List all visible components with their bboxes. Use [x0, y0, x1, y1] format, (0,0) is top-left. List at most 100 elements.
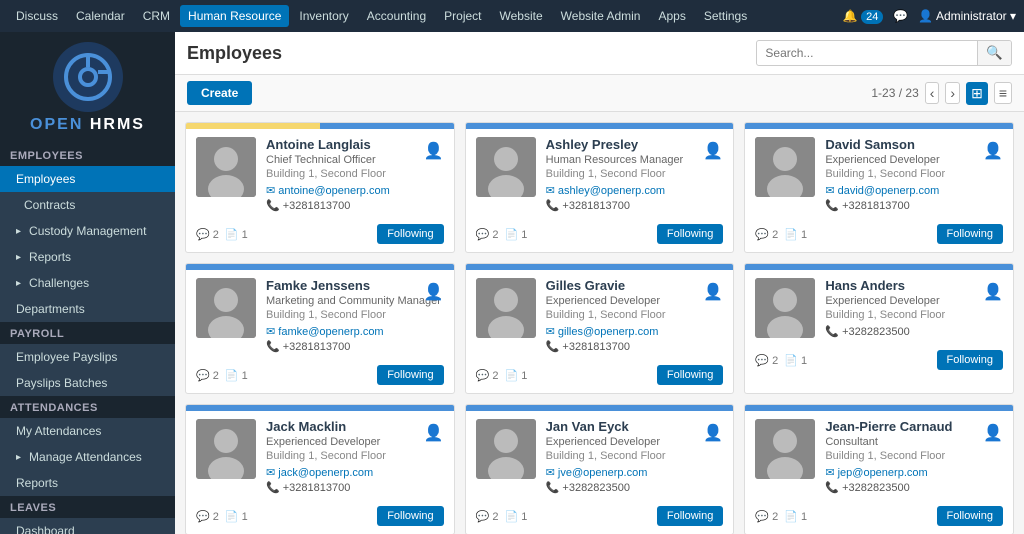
- prev-page-button[interactable]: ‹: [925, 82, 940, 104]
- employee-info: Ashley Presley Human Resources Manager B…: [546, 137, 724, 212]
- sidebar-item-challenges[interactable]: Challenges: [0, 270, 175, 296]
- nav-calendar[interactable]: Calendar: [68, 5, 133, 27]
- grid-view-button[interactable]: ⊞: [966, 82, 988, 105]
- sidebar-item-reports-att[interactable]: Reports: [0, 470, 175, 496]
- card-footer: 💬 2 📄 1 Following: [745, 502, 1013, 534]
- employee-job-title: Experienced Developer: [266, 436, 444, 448]
- search-button[interactable]: 🔍: [977, 41, 1011, 65]
- sidebar-item-payslips-batches[interactable]: Payslips Batches: [0, 370, 175, 396]
- search-bar: 🔍: [756, 40, 1012, 66]
- sidebar-item-employee-payslips[interactable]: Employee Payslips: [0, 344, 175, 370]
- sidebar-item-dashboard[interactable]: Dashboard: [0, 518, 175, 534]
- card-stats: 💬 2 📄 1: [755, 354, 807, 367]
- sidebar-item-employees[interactable]: Employees: [0, 166, 175, 192]
- following-button[interactable]: Following: [937, 350, 1003, 370]
- pagination-info: 1-23 / 23: [871, 86, 918, 100]
- logo-open: OPEN: [30, 116, 83, 133]
- sidebar: OPEN HRMS Employees Employees Contracts …: [0, 32, 175, 534]
- following-button[interactable]: Following: [657, 224, 723, 244]
- employee-info: Hans Anders Experienced Developer Buildi…: [825, 278, 1003, 338]
- employee-phone: 📞 +3281813700: [825, 199, 1003, 212]
- doc-stat: 📄 1: [784, 228, 807, 241]
- sidebar-section-payroll: Payroll: [0, 322, 175, 344]
- nav-settings[interactable]: Settings: [696, 5, 755, 27]
- sidebar-item-contracts[interactable]: Contracts: [0, 192, 175, 218]
- employee-name: Jan Van Eyck: [546, 419, 724, 434]
- employee-job-title: Experienced Developer: [825, 295, 1003, 307]
- employee-card-hans: Hans Anders Experienced Developer Buildi…: [744, 263, 1014, 394]
- card-stats: 💬 2 📄 1: [755, 228, 807, 241]
- employee-name: Jean-Pierre Carnaud: [825, 419, 1003, 434]
- list-view-button[interactable]: ≡: [994, 82, 1012, 104]
- employee-name: Famke Jenssens: [266, 278, 444, 293]
- following-button[interactable]: Following: [377, 506, 443, 526]
- sidebar-item-manage-attendances[interactable]: Manage Attendances: [0, 444, 175, 470]
- employee-location: Building 1, Second Floor: [546, 450, 724, 462]
- message-stat: 💬 2: [476, 369, 499, 382]
- nav-project[interactable]: Project: [436, 5, 489, 27]
- following-button[interactable]: Following: [657, 506, 723, 526]
- employee-card-famke: Famke Jenssens Marketing and Community M…: [185, 263, 455, 394]
- message-stat: 💬 2: [196, 228, 219, 241]
- page-title: Employees: [187, 43, 282, 64]
- card-body: Jan Van Eyck Experienced Developer Build…: [466, 411, 734, 502]
- card-stats: 💬 2 📄 1: [196, 369, 248, 382]
- employee-job-title: Experienced Developer: [546, 436, 724, 448]
- employee-card-jack: Jack Macklin Experienced Developer Build…: [185, 404, 455, 534]
- sidebar-item-departments[interactable]: Departments: [0, 296, 175, 322]
- employee-photo: [196, 278, 256, 338]
- card-stats: 💬 2 📄 1: [476, 369, 528, 382]
- sidebar-item-my-attendances[interactable]: My Attendances: [0, 418, 175, 444]
- sidebar-item-reports[interactable]: Reports: [0, 244, 175, 270]
- employee-email: ✉ jep@openerp.com: [825, 466, 1003, 479]
- nav-human-resource[interactable]: Human Resource: [180, 5, 289, 27]
- employee-photo: [755, 278, 815, 338]
- following-button[interactable]: Following: [657, 365, 723, 385]
- following-button[interactable]: Following: [937, 224, 1003, 244]
- employee-photo: [755, 419, 815, 479]
- create-button[interactable]: Create: [187, 81, 252, 105]
- following-button[interactable]: Following: [937, 506, 1003, 526]
- message-stat: 💬 2: [755, 228, 778, 241]
- next-page-button[interactable]: ›: [945, 82, 960, 104]
- nav-website-admin[interactable]: Website Admin: [553, 5, 649, 27]
- employee-card-antoine: Antoine Langlais Chief Technical Officer…: [185, 122, 455, 253]
- person-icon: 👤: [424, 282, 444, 302]
- employee-card-david: David Samson Experienced Developer Build…: [744, 122, 1014, 253]
- toolbar: Create 1-23 / 23 ‹ › ⊞ ≡: [175, 75, 1024, 112]
- user-menu[interactable]: 👤 Administrator ▾: [918, 9, 1016, 23]
- nav-right-area: 🔔 24 💬 👤 Administrator ▾: [843, 9, 1016, 23]
- nav-discuss[interactable]: Discuss: [8, 5, 66, 27]
- employee-email: ✉ ashley@openerp.com: [546, 184, 724, 197]
- toolbar-right: 1-23 / 23 ‹ › ⊞ ≡: [871, 82, 1012, 105]
- employee-location: Building 1, Second Floor: [825, 309, 1003, 321]
- card-body: Gilles Gravie Experienced Developer Buil…: [466, 270, 734, 361]
- logo-icon: [53, 42, 123, 112]
- employee-job-title: Consultant: [825, 436, 1003, 448]
- nav-website[interactable]: Website: [492, 5, 551, 27]
- nav-accounting[interactable]: Accounting: [359, 5, 434, 27]
- employee-email: ✉ antoine@openerp.com: [266, 184, 444, 197]
- card-footer: 💬 2 📄 1 Following: [466, 361, 734, 393]
- doc-stat: 📄 1: [505, 228, 528, 241]
- nav-menu: Discuss Calendar CRM Human Resource Inve…: [8, 5, 843, 27]
- employee-phone: 📞 +3281813700: [546, 199, 724, 212]
- employee-name: Ashley Presley: [546, 137, 724, 152]
- employee-info: Jack Macklin Experienced Developer Build…: [266, 419, 444, 494]
- following-button[interactable]: Following: [377, 224, 443, 244]
- card-footer: 💬 2 📄 1 Following: [745, 346, 1013, 378]
- doc-stat: 📄 1: [784, 354, 807, 367]
- employee-email: ✉ famke@openerp.com: [266, 325, 444, 338]
- message-stat: 💬 2: [755, 354, 778, 367]
- person-icon: 👤: [983, 423, 1003, 443]
- card-stats: 💬 2 📄 1: [755, 510, 807, 523]
- card-footer: 💬 2 📄 1 Following: [745, 220, 1013, 252]
- notification-icon[interactable]: 🔔 24: [843, 9, 884, 23]
- search-input[interactable]: [757, 42, 977, 64]
- nav-crm[interactable]: CRM: [135, 5, 178, 27]
- following-button[interactable]: Following: [377, 365, 443, 385]
- sidebar-item-custody[interactable]: Custody Management: [0, 218, 175, 244]
- nav-inventory[interactable]: Inventory: [291, 5, 356, 27]
- nav-apps[interactable]: Apps: [650, 5, 693, 27]
- chat-icon[interactable]: 💬: [893, 9, 908, 23]
